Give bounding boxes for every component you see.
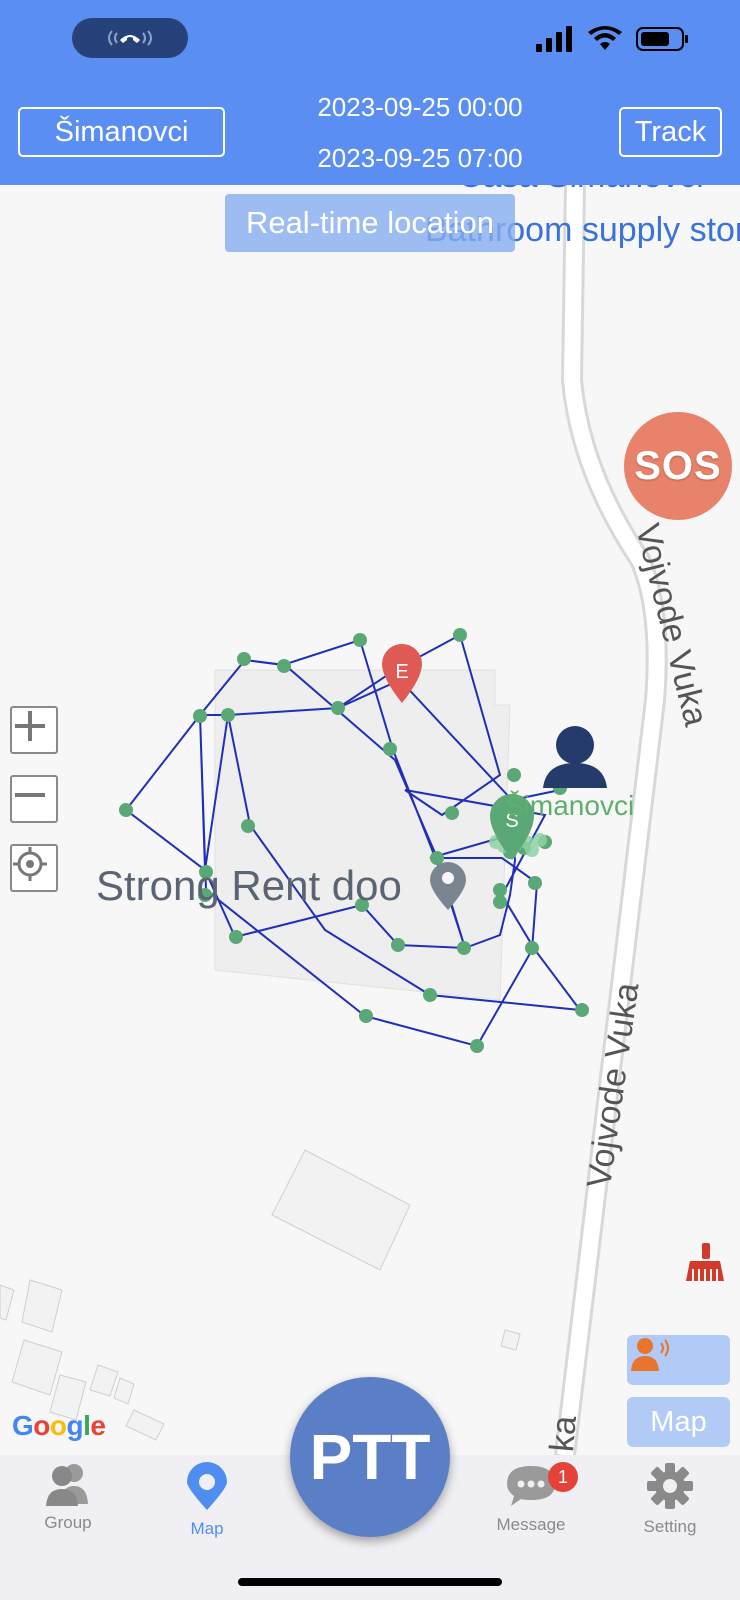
ptt-button[interactable]: PTT bbox=[290, 1377, 450, 1537]
svg-text:E: E bbox=[395, 661, 408, 683]
end-datetime[interactable]: 2023-09-25 07:00 bbox=[265, 143, 575, 174]
tab-setting[interactable]: Setting bbox=[620, 1462, 720, 1537]
broom-icon bbox=[686, 1243, 724, 1281]
member-avatar-icon[interactable] bbox=[543, 726, 607, 788]
track-point bbox=[383, 742, 397, 756]
person-voice-icon bbox=[631, 1338, 669, 1371]
tab-label: Message bbox=[496, 1515, 566, 1534]
track-point bbox=[229, 930, 243, 944]
map-view[interactable]: E S Casa Šimanovci Bathroom supply store… bbox=[0, 185, 740, 1455]
track-point bbox=[507, 768, 521, 782]
message-badge: 1 bbox=[548, 1462, 578, 1492]
home-indicator[interactable] bbox=[238, 1578, 502, 1586]
status-icons bbox=[536, 26, 690, 52]
top-header: Šimanovci 2023-09-25 00:00 2023-09-25 07… bbox=[0, 0, 740, 185]
building-footprint bbox=[271, 1149, 411, 1271]
gear-icon bbox=[647, 1463, 693, 1509]
active-call-pill[interactable] bbox=[72, 18, 188, 58]
road-label-partial: ka bbox=[543, 1414, 584, 1454]
building-footprint bbox=[11, 1339, 63, 1396]
track-point bbox=[353, 633, 367, 647]
track-point bbox=[575, 1003, 589, 1017]
track-point bbox=[423, 988, 437, 1002]
wifi-icon bbox=[588, 26, 622, 50]
tab-label: Group bbox=[44, 1513, 92, 1532]
building-footprint bbox=[113, 1377, 135, 1405]
locate-button[interactable] bbox=[10, 844, 58, 892]
battery-icon bbox=[636, 27, 688, 51]
map-type-button[interactable]: Map bbox=[627, 1397, 730, 1447]
track-point bbox=[359, 1009, 373, 1023]
track-point bbox=[525, 941, 539, 955]
building-footprint bbox=[125, 1409, 165, 1441]
track-point bbox=[493, 895, 507, 909]
signal-icon bbox=[536, 26, 572, 52]
zoom-out-button[interactable] bbox=[10, 775, 58, 823]
track-point bbox=[445, 806, 459, 820]
track-point bbox=[470, 1039, 484, 1053]
track-point bbox=[277, 659, 291, 673]
track-point bbox=[493, 883, 507, 897]
poi-label[interactable]: Strong Rent doo bbox=[96, 862, 402, 910]
locate-icon bbox=[13, 847, 47, 881]
member-name-label: Šimanovci bbox=[505, 790, 635, 821]
track-point bbox=[193, 709, 207, 723]
track-point bbox=[331, 701, 345, 715]
track-point bbox=[453, 628, 467, 642]
track-point bbox=[221, 708, 235, 722]
zoom-out-icon bbox=[15, 793, 45, 797]
zoom-in-icon bbox=[15, 711, 45, 741]
group-icon bbox=[46, 1464, 88, 1506]
zoom-in-button[interactable] bbox=[10, 706, 58, 754]
tab-group[interactable]: Group bbox=[18, 1462, 118, 1533]
tab-label: Setting bbox=[643, 1517, 697, 1536]
track-point bbox=[528, 876, 542, 890]
tab-map[interactable]: Map bbox=[157, 1462, 257, 1539]
realtime-location-button[interactable]: Real-time location bbox=[225, 194, 515, 252]
phone-icon bbox=[108, 30, 152, 46]
building-footprint bbox=[0, 1284, 15, 1321]
track-point bbox=[391, 938, 405, 952]
building-footprint bbox=[21, 1279, 63, 1333]
track-button[interactable]: Track bbox=[619, 107, 722, 157]
start-datetime[interactable]: 2023-09-25 00:00 bbox=[265, 92, 575, 123]
building-footprint bbox=[89, 1364, 119, 1397]
intercom-button[interactable] bbox=[627, 1335, 730, 1385]
track-point bbox=[457, 941, 471, 955]
track-point bbox=[241, 819, 255, 833]
sos-button[interactable]: SOS bbox=[624, 412, 732, 520]
track-point bbox=[237, 652, 251, 666]
device-selector-button[interactable]: Šimanovci bbox=[18, 107, 225, 157]
map-pin-icon bbox=[187, 1462, 227, 1510]
google-logo: Google bbox=[12, 1410, 106, 1441]
track-point bbox=[119, 803, 133, 817]
track-point bbox=[430, 851, 444, 865]
tab-label: Map bbox=[190, 1519, 224, 1538]
building-footprint bbox=[500, 1329, 521, 1351]
